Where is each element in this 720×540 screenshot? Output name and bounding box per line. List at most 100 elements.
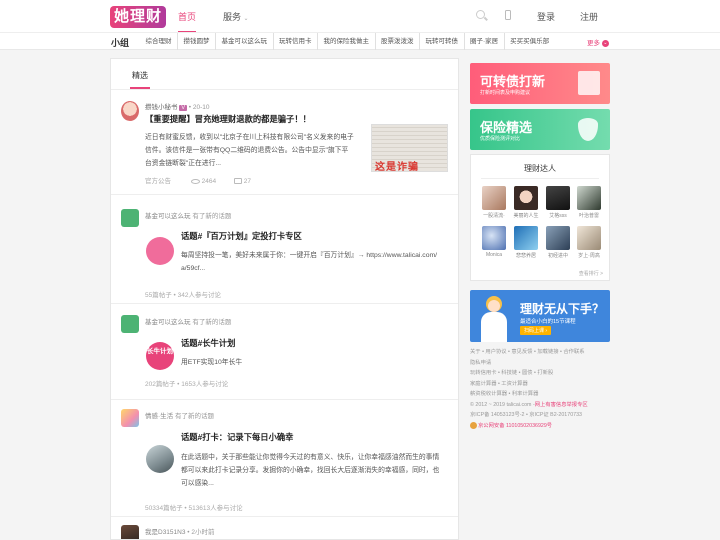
- experts-divider: [481, 178, 599, 179]
- expert-name: Monica: [485, 252, 503, 258]
- group-name[interactable]: 基金可以这么玩: [145, 213, 191, 220]
- expert-item[interactable]: 艾格sss: [544, 186, 572, 219]
- feed-divider: [111, 399, 458, 400]
- post-title[interactable]: 【重要提醒】冒充她理财退款的都是骗子！！: [145, 113, 311, 125]
- shield-icon: [578, 118, 598, 141]
- desc-line: 每周坚持投一笔，美好未来属于你：一键开启『百万计划』→ https://www.…: [181, 252, 438, 259]
- more-groups-button[interactable]: 更多 ⌄: [587, 37, 609, 47]
- topic-title[interactable]: 话题#长牛计划: [181, 337, 235, 349]
- verified-badge-icon: V: [179, 105, 187, 111]
- expert-name: 一股清流·: [483, 213, 505, 219]
- police-record-text: 京公网安备 11010502036929号: [478, 422, 553, 429]
- group-link[interactable]: 基金可以这么玩: [215, 33, 273, 50]
- convertible-bond-banner[interactable]: 可转债打新 打新时间表及申购建议: [470, 63, 610, 104]
- expert-item[interactable]: Monica: [480, 226, 508, 258]
- copyright: © 2012 ~ 2019 talicai.com -网上有害信息举报专区: [470, 400, 620, 411]
- author-name[interactable]: 我是D3151N3: [145, 529, 185, 536]
- group-avatar[interactable]: [121, 315, 139, 333]
- group-link[interactable]: 股票泼泼泼: [374, 33, 420, 50]
- group-action: 有了新的话题: [192, 319, 232, 326]
- tab-picked[interactable]: 精选: [130, 70, 150, 89]
- banner-subtitle: 优质保险测评对比: [480, 136, 521, 142]
- avatar: [577, 226, 601, 250]
- comment-count: 27: [243, 178, 251, 185]
- post-meta: 我是D3151N3 • 2小时前: [145, 529, 215, 536]
- avatar: [482, 186, 506, 210]
- topic-title[interactable]: 话题#『百万计划』定投打卡专区: [181, 230, 302, 242]
- avatar[interactable]: [121, 525, 139, 539]
- course-scan-button[interactable]: 扫码上课 ›: [520, 326, 552, 335]
- login-link[interactable]: 登录: [537, 10, 555, 23]
- footer-links[interactable]: 薪资税收计算器 • 利率计算器: [470, 389, 620, 400]
- topic-title[interactable]: 话题#打卡：记录下每日小确幸: [181, 431, 293, 443]
- expert-item[interactable]: 叶治普雷: [575, 186, 603, 219]
- avatar[interactable]: [121, 101, 139, 121]
- expert-name: 初经进中: [547, 253, 568, 259]
- expert-item[interactable]: 悲悲养居: [512, 226, 540, 259]
- course-subtitle: 最适合小白的15节课程: [520, 319, 576, 325]
- group-link[interactable]: 圈子·家居: [463, 33, 504, 50]
- experts-title: 理财达人: [524, 164, 556, 173]
- search-icon[interactable]: [476, 10, 485, 19]
- phone-icon[interactable]: [505, 10, 511, 20]
- post-meta: 基金可以这么玩 有了新的话题: [145, 316, 231, 326]
- group-link[interactable]: 综合理财: [140, 33, 177, 50]
- expert-item[interactable]: 一股清流·: [480, 186, 508, 219]
- feed-panel: 精选 攒钱小秘书 V • 20-10 【重要提醒】冒充她理财退款的都是骗子！！ …: [110, 58, 459, 540]
- view-count: 2464: [201, 178, 217, 185]
- topic-badge-icon[interactable]: 长牛计划: [146, 342, 174, 370]
- group-link[interactable]: 我的保险我做主: [317, 33, 375, 50]
- desc-line: 用ETF实现10年长牛: [181, 359, 243, 366]
- post-thumbnail[interactable]: 这是诈骗: [371, 124, 448, 172]
- nav-service[interactable]: 服务 ⌄: [223, 10, 249, 23]
- course-banner[interactable]: 理财无从下手？ 最适合小白的15节课程 扫码上课 ›: [470, 290, 610, 342]
- group-link[interactable]: 买买买俱乐部: [503, 33, 555, 50]
- site-logo[interactable]: 她理财: [110, 6, 167, 28]
- police-badge-icon: [470, 421, 477, 429]
- topic-badge-icon[interactable]: [146, 237, 174, 265]
- topic-badge-icon[interactable]: [146, 445, 174, 473]
- police-record[interactable]: 京公网安备 11010502036929号: [470, 421, 620, 432]
- course-title: 理财无从下手？: [520, 302, 605, 316]
- nav-home[interactable]: 首页: [178, 10, 197, 33]
- excerpt-line: 近日有财蜜反馈，收到以"北京子在川上科技有限公司"名义发来的电子: [145, 134, 354, 141]
- expert-item[interactable]: 岁上·周高: [575, 226, 603, 259]
- author-name[interactable]: 攒钱小秘书: [145, 104, 178, 111]
- post-source: 官方公告: [145, 178, 171, 185]
- expert-item[interactable]: 初经进中: [544, 226, 572, 259]
- footer-links[interactable]: 隐私申请: [470, 358, 620, 369]
- banner-subtitle: 打新时间表及申购建议: [480, 90, 531, 96]
- group-avatar[interactable]: [121, 409, 139, 427]
- footer-links[interactable]: 家庭计算器 • 工资计算器: [470, 379, 620, 390]
- post-excerpt[interactable]: 近日有财蜜反馈，收到以"北京子在川上科技有限公司"名义发来的电子 信件。该信件是…: [145, 131, 375, 170]
- group-action: 有了新的话题: [174, 413, 214, 420]
- post-meta: 情感·生活 有了新的话题: [145, 410, 214, 420]
- register-link[interactable]: 注册: [580, 10, 598, 23]
- insurance-banner[interactable]: 保险精选 优质保险测评对比: [470, 109, 610, 150]
- footer-links[interactable]: 玩转信用卡 • 科技链 • 圆债 • 打新股: [470, 368, 620, 379]
- chevron-down-icon: ⌄: [601, 39, 609, 47]
- expert-item[interactable]: 美丽的人生: [512, 186, 540, 219]
- post-date: 2小时前: [191, 529, 215, 536]
- group-nav: 小组 综合理财 攒钱圆梦 基金可以这么玩 玩转信用卡 我的保险我做主 股票泼泼泼…: [0, 32, 720, 50]
- group-name[interactable]: 基金可以这么玩: [145, 319, 191, 326]
- group-links: 综合理财 攒钱圆梦 基金可以这么玩 玩转信用卡 我的保险我做主 股票泼泼泼 玩转…: [140, 33, 555, 50]
- footer-links[interactable]: 关于 • 用户协议 • 意见反馈 • 加载链接 • 合作联系: [470, 347, 620, 358]
- report-link[interactable]: 网上有害信息举报专区: [535, 402, 588, 408]
- expert-name: 悲悲养居: [515, 253, 536, 259]
- icp-info[interactable]: 京ICP备 14053123号-2 • 京ICP证 B2-20170733: [470, 410, 620, 421]
- group-link[interactable]: 玩转信用卡: [272, 33, 318, 50]
- group-link[interactable]: 玩转可转债: [419, 33, 464, 50]
- group-name[interactable]: 情感·生活: [145, 413, 173, 420]
- experts-ranking-link[interactable]: 查看排行 >: [579, 270, 603, 277]
- topic-desc: 每周坚持投一笔，美好未来属于你：一键开启『百万计划』→ https://www.…: [181, 249, 451, 275]
- feed-divider: [111, 516, 458, 517]
- topic-desc: 在此话题中，关于那些能让你觉得今天过的有意义、快乐，让你幸福感油然而生的事情 都…: [181, 451, 453, 490]
- feed-divider: [111, 194, 458, 195]
- more-label: 更多: [587, 40, 600, 47]
- group-link[interactable]: 攒钱圆梦: [177, 33, 215, 50]
- group-nav-label: 小组: [111, 38, 130, 48]
- expert-name: 叶治普雷: [578, 213, 599, 219]
- tab-divider: [111, 89, 458, 90]
- group-avatar[interactable]: [121, 209, 139, 227]
